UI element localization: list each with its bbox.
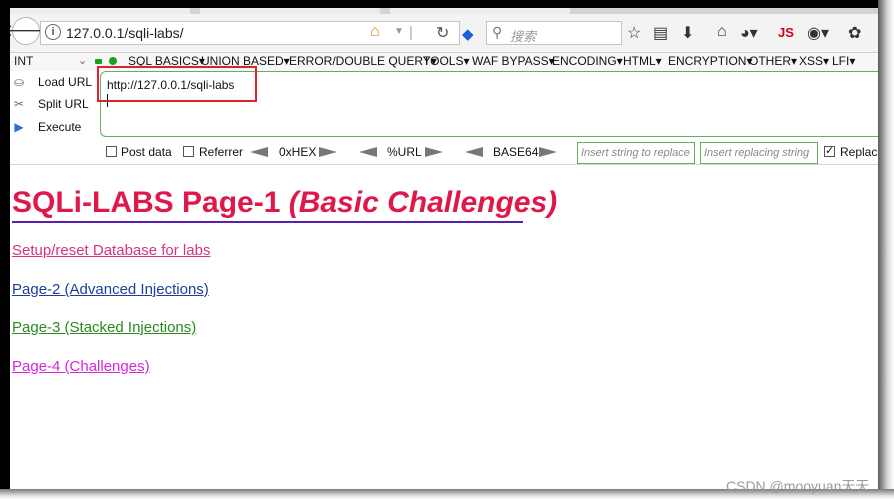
execute-button[interactable]: ▶ Execute bbox=[12, 120, 81, 134]
search-placeholder[interactable]: 搜索 bbox=[510, 26, 536, 45]
url-encode-arrow-icon[interactable] bbox=[425, 147, 443, 157]
reload-icon[interactable]: ↻ bbox=[436, 23, 449, 43]
injection-type-select[interactable]: INT bbox=[14, 54, 33, 68]
menu-xss[interactable]: XSS▾ bbox=[799, 54, 829, 68]
info-icon[interactable]: i bbox=[45, 24, 61, 40]
hackbar-options-row: Post data Referrer 0xHEX %URL BASE64 Ins… bbox=[10, 142, 878, 165]
referrer-label[interactable]: Referrer bbox=[199, 145, 243, 159]
referrer-checkbox[interactable] bbox=[183, 146, 194, 157]
menu-encryption[interactable]: ENCRYPTION▾ bbox=[668, 54, 752, 68]
frame-left-border bbox=[0, 0, 10, 499]
bookmark-star-icon[interactable]: ☆ bbox=[627, 23, 641, 43]
menu-lfi[interactable]: LFI▾ bbox=[832, 54, 855, 68]
split-url-icon: ✂ bbox=[13, 97, 25, 111]
menu-encoding[interactable]: ENCODING▾ bbox=[552, 54, 623, 68]
split-url-label: Split URL bbox=[38, 97, 89, 111]
search-icon: ⚲ bbox=[492, 24, 503, 40]
palette-icon[interactable]: ✿ bbox=[848, 23, 861, 43]
home-icon[interactable]: ⌂ bbox=[370, 23, 380, 41]
replace-label[interactable]: Replac bbox=[840, 145, 877, 159]
account-icon[interactable]: ◕▾ bbox=[740, 23, 758, 43]
hex-label: 0xHEX bbox=[279, 145, 317, 159]
link-page-2[interactable]: Page-2 (Advanced Injections) bbox=[12, 281, 209, 298]
chevron-down-icon[interactable]: ⌄ bbox=[78, 54, 87, 67]
replacing-string-input[interactable]: Insert replacing string bbox=[700, 142, 818, 164]
base64-label: BASE64 bbox=[493, 145, 539, 159]
link-page-3[interactable]: Page-3 (Stacked Injections) bbox=[12, 319, 196, 336]
page-title-main: SQLi-LABS Page-1 bbox=[12, 186, 281, 219]
menu-html[interactable]: HTML▾ bbox=[623, 54, 662, 68]
link-setup-reset-database[interactable]: Setup/reset Database for labs bbox=[12, 242, 210, 259]
menu-waf-bypass[interactable]: WAF BYPASS▾ bbox=[472, 54, 555, 68]
url-encoding-label: %URL bbox=[387, 145, 422, 159]
replace-string-input[interactable]: Insert string to replace bbox=[577, 142, 695, 164]
page-title-subtitle: (Basic Challenges) bbox=[288, 186, 558, 219]
extension-bird-icon[interactable]: ◆ bbox=[462, 25, 474, 43]
download-icon[interactable]: ⬇ bbox=[681, 23, 694, 43]
post-data-checkbox[interactable] bbox=[106, 146, 117, 157]
menu-other[interactable]: OTHER▾ bbox=[749, 54, 797, 68]
split-url-button[interactable]: ✂ Split URL bbox=[12, 97, 89, 111]
post-data-label[interactable]: Post data bbox=[121, 145, 172, 159]
menu-tools[interactable]: TOOLS▾ bbox=[423, 54, 469, 68]
menu-error-double-query[interactable]: ERROR/DOUBLE QUERY▾ bbox=[289, 54, 437, 68]
watermark: CSDN @mooyuan天天 bbox=[726, 478, 870, 494]
url-decode-arrow-icon[interactable] bbox=[359, 147, 377, 157]
load-url-icon: ⛀ bbox=[13, 75, 25, 89]
search-box[interactable]: ⚲ 搜索 bbox=[486, 21, 622, 45]
address-bar-url[interactable]: 127.0.0.1/sqli-labs/ bbox=[66, 25, 184, 41]
divider-icon: | bbox=[409, 24, 413, 41]
replace-string-placeholder[interactable]: Insert string to replace bbox=[581, 147, 690, 159]
dropdown-arrow-icon[interactable]: ▼ bbox=[394, 26, 404, 37]
browser-window: 🡐 i 127.0.0.1/sqli-labs/ ⌂ ▼ | ↻ ◆ ⚲ 搜索 … bbox=[10, 8, 878, 489]
navigation-toolbar: 🡐 i 127.0.0.1/sqli-labs/ ⌂ ▼ | ↻ ◆ ⚲ 搜索 … bbox=[10, 14, 878, 53]
load-url-button[interactable]: ⛀ Load URL bbox=[12, 75, 92, 89]
frame-right-shadow bbox=[878, 0, 894, 499]
base64-decode-arrow-icon[interactable] bbox=[465, 147, 483, 157]
plus-icon[interactable] bbox=[109, 57, 117, 65]
screenshot-frame: 🡐 i 127.0.0.1/sqli-labs/ ⌂ ▼ | ↻ ◆ ⚲ 搜索 … bbox=[0, 0, 894, 499]
replacing-string-placeholder[interactable]: Insert replacing string bbox=[704, 147, 809, 159]
execute-label: Execute bbox=[38, 120, 82, 134]
js-toggle-icon[interactable]: JS bbox=[778, 25, 794, 40]
link-page-4[interactable]: Page-4 (Challenges) bbox=[12, 358, 150, 375]
page-title: SQLi-LABS Page-1 (Basic Challenges) bbox=[12, 186, 558, 223]
replace-checkbox[interactable] bbox=[824, 144, 835, 157]
home-button-icon[interactable]: ⌂ bbox=[717, 23, 727, 41]
hex-encode-arrow-icon[interactable] bbox=[319, 147, 337, 157]
address-bar[interactable]: i 127.0.0.1/sqli-labs/ ⌂ ▼ | ↻ bbox=[40, 21, 460, 45]
reading-list-icon[interactable]: ▤ bbox=[653, 23, 668, 43]
load-url-label: Load URL bbox=[38, 75, 93, 89]
extension-icon[interactable]: ◉▾ bbox=[807, 23, 829, 43]
frame-top-border bbox=[0, 0, 894, 8]
highlight-box bbox=[97, 66, 257, 102]
hex-decode-arrow-icon[interactable] bbox=[250, 147, 268, 157]
back-button[interactable]: 🡐 bbox=[10, 17, 49, 45]
base64-encode-arrow-icon[interactable] bbox=[539, 147, 557, 157]
execute-icon: ▶ bbox=[14, 120, 24, 134]
minus-icon[interactable] bbox=[95, 59, 102, 64]
title-underline bbox=[12, 221, 523, 223]
